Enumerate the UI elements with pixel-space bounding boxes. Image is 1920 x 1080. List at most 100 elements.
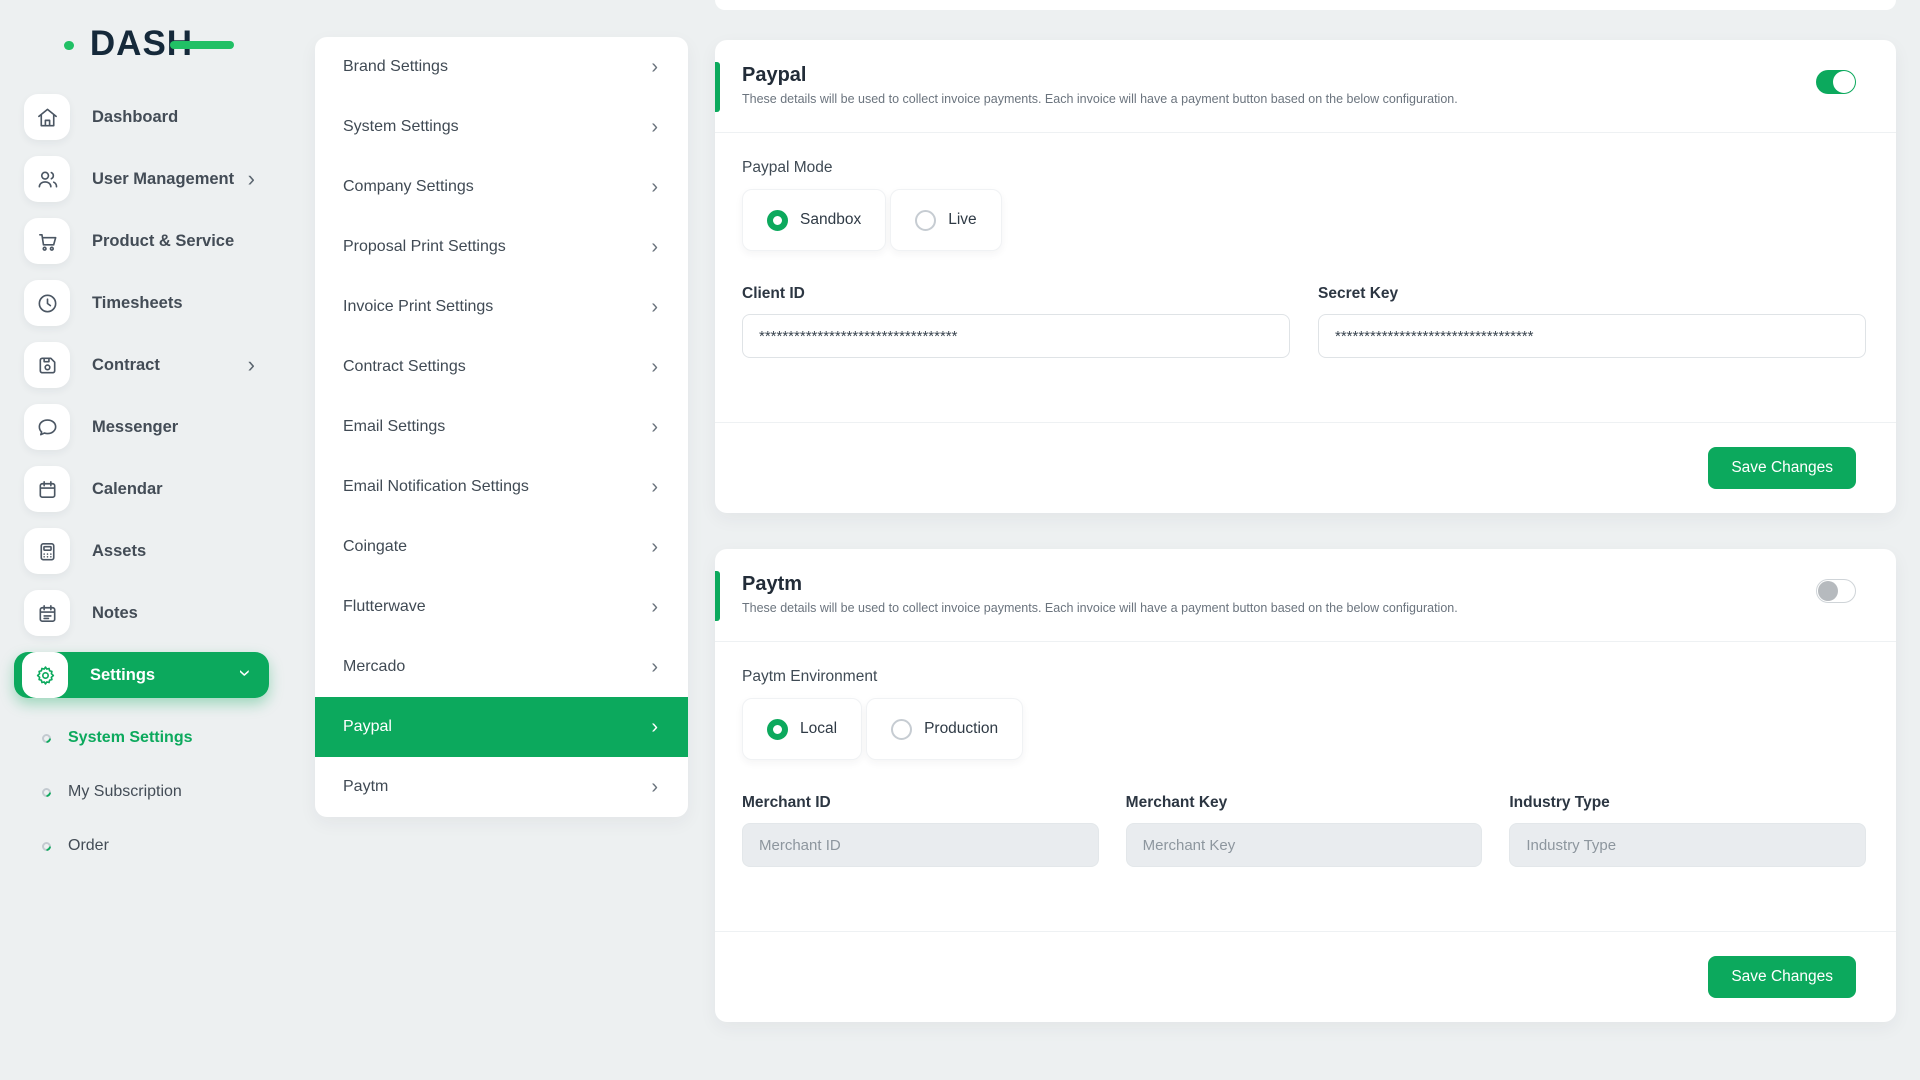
paypal-save-button[interactable]: Save Changes bbox=[1708, 447, 1856, 489]
industry-type-label: Industry Type bbox=[1509, 794, 1866, 812]
sidebar-item-label: Product & Service bbox=[92, 232, 234, 251]
paypal-section: Paypal These details will be used to col… bbox=[715, 40, 1896, 513]
settings-menu-flutterwave[interactable]: Flutterwave › bbox=[315, 577, 688, 637]
settings-menu-email-notification-settings[interactable]: Email Notification Settings › bbox=[315, 457, 688, 517]
main-content: Paypal These details will be used to col… bbox=[715, 0, 1896, 1022]
radio-selected-icon bbox=[767, 210, 788, 231]
sidebar-item-label: Dashboard bbox=[92, 108, 178, 127]
sidebar-item-label: Assets bbox=[92, 542, 146, 561]
sidebar-item-user-management[interactable]: User Management › bbox=[14, 156, 269, 202]
sidebar-item-product-service[interactable]: Product & Service bbox=[14, 218, 269, 264]
paypal-header: Paypal These details will be used to col… bbox=[715, 40, 1896, 133]
menu-item-label: Paytm bbox=[343, 778, 388, 796]
brand-logo[interactable]: DASH bbox=[72, 24, 212, 64]
subnav-item-label: My Subscription bbox=[68, 783, 182, 801]
chevron-right-icon: › bbox=[248, 354, 255, 376]
chevron-right-icon: › bbox=[651, 717, 658, 737]
subnav-item-system-settings[interactable]: System Settings bbox=[0, 714, 283, 762]
merchant-key-input[interactable] bbox=[1126, 823, 1483, 867]
chevron-right-icon: › bbox=[651, 177, 658, 197]
paytm-body: Paytm Environment Local Production Merch… bbox=[715, 642, 1896, 932]
client-id-input[interactable] bbox=[742, 314, 1290, 358]
paypal-mode-sandbox[interactable]: Sandbox bbox=[742, 189, 886, 251]
menu-item-label: Email Settings bbox=[343, 418, 445, 436]
paytm-env-local[interactable]: Local bbox=[742, 698, 862, 760]
bullet-icon bbox=[40, 732, 53, 745]
mode-option-label: Production bbox=[924, 720, 998, 738]
merchant-key-field-group: Merchant Key bbox=[1126, 794, 1483, 867]
paytm-footer: Save Changes bbox=[715, 932, 1896, 1022]
chevron-right-icon: › bbox=[651, 297, 658, 317]
paypal-mode-options: Sandbox Live bbox=[742, 189, 1866, 251]
menu-item-label: Invoice Print Settings bbox=[343, 298, 493, 316]
sidebar-item-assets[interactable]: Assets bbox=[14, 528, 269, 574]
subnav-item-label: Order bbox=[68, 837, 109, 855]
chevron-down-icon: › bbox=[234, 669, 256, 676]
paytm-enabled-toggle[interactable] bbox=[1816, 579, 1856, 603]
settings-menu-coingate[interactable]: Coingate › bbox=[315, 517, 688, 577]
settings-menu-email-settings[interactable]: Email Settings › bbox=[315, 397, 688, 457]
settings-menu-invoice-print-settings[interactable]: Invoice Print Settings › bbox=[315, 277, 688, 337]
sidebar-item-contract[interactable]: Contract › bbox=[14, 342, 269, 388]
sidebar-item-label: Calendar bbox=[92, 480, 163, 499]
users-icon bbox=[24, 156, 70, 202]
radio-selected-icon bbox=[767, 719, 788, 740]
menu-item-label: Mercado bbox=[343, 658, 405, 676]
paytm-section: Paytm These details will be used to coll… bbox=[715, 549, 1896, 1022]
sidebar-nav: Dashboard User Management › Product & Se… bbox=[0, 94, 283, 698]
paypal-mode-live[interactable]: Live bbox=[890, 189, 1001, 251]
radio-unselected-icon bbox=[915, 210, 936, 231]
page: DASH Dashboard User Management › bbox=[0, 0, 1920, 1080]
settings-menu-system-settings[interactable]: System Settings › bbox=[315, 97, 688, 157]
calculator-icon bbox=[24, 528, 70, 574]
subnav-item-order[interactable]: Order bbox=[0, 822, 283, 870]
sidebar-item-dashboard[interactable]: Dashboard bbox=[14, 94, 269, 140]
paypal-fields: Client ID Secret Key bbox=[742, 285, 1866, 358]
toggle-knob bbox=[1833, 71, 1855, 93]
radio-unselected-icon bbox=[891, 719, 912, 740]
gear-icon bbox=[22, 652, 68, 698]
paypal-enabled-toggle[interactable] bbox=[1816, 70, 1856, 94]
previous-card-edge bbox=[715, 0, 1896, 10]
settings-menu-mercado[interactable]: Mercado › bbox=[315, 637, 688, 697]
chevron-right-icon: › bbox=[651, 117, 658, 137]
industry-type-field-group: Industry Type bbox=[1509, 794, 1866, 867]
chevron-right-icon: › bbox=[651, 237, 658, 257]
mode-option-label: Sandbox bbox=[800, 211, 861, 229]
bullet-icon bbox=[40, 840, 53, 853]
chevron-right-icon: › bbox=[651, 57, 658, 77]
chevron-right-icon: › bbox=[651, 357, 658, 377]
settings-menu-contract-settings[interactable]: Contract Settings › bbox=[315, 337, 688, 397]
sidebar-item-label: Timesheets bbox=[92, 294, 183, 313]
settings-menu-paytm[interactable]: Paytm › bbox=[315, 757, 688, 817]
settings-menu-paypal[interactable]: Paypal › bbox=[315, 697, 688, 757]
settings-menu-company-settings[interactable]: Company Settings › bbox=[315, 157, 688, 217]
mode-option-label: Local bbox=[800, 720, 837, 738]
settings-menu-proposal-print-settings[interactable]: Proposal Print Settings › bbox=[315, 217, 688, 277]
chevron-right-icon: › bbox=[651, 597, 658, 617]
accent-bar bbox=[715, 571, 720, 621]
merchant-id-input[interactable] bbox=[742, 823, 1099, 867]
sidebar-item-timesheets[interactable]: Timesheets bbox=[14, 280, 269, 326]
sidebar-item-settings[interactable]: Settings › bbox=[14, 652, 269, 698]
subnav-item-my-subscription[interactable]: My Subscription bbox=[0, 768, 283, 816]
sidebar-item-messenger[interactable]: Messenger bbox=[14, 404, 269, 450]
sidebar-item-calendar[interactable]: Calendar bbox=[14, 466, 269, 512]
paypal-footer: Save Changes bbox=[715, 423, 1896, 513]
sidebar-item-label: Notes bbox=[92, 604, 138, 623]
settings-menu-brand-settings[interactable]: Brand Settings › bbox=[315, 37, 688, 97]
menu-item-label: Flutterwave bbox=[343, 598, 426, 616]
merchant-key-label: Merchant Key bbox=[1126, 794, 1483, 812]
secret-key-input[interactable] bbox=[1318, 314, 1866, 358]
secret-key-field-group: Secret Key bbox=[1318, 285, 1866, 358]
chevron-right-icon: › bbox=[651, 777, 658, 797]
sidebar-item-notes[interactable]: Notes bbox=[14, 590, 269, 636]
accent-bar bbox=[715, 62, 720, 112]
industry-type-input[interactable] bbox=[1509, 823, 1866, 867]
paytm-save-button[interactable]: Save Changes bbox=[1708, 956, 1856, 998]
paytm-env-production[interactable]: Production bbox=[866, 698, 1023, 760]
client-id-field-group: Client ID bbox=[742, 285, 1290, 358]
paypal-body: Paypal Mode Sandbox Live Client ID bbox=[715, 133, 1896, 423]
menu-item-label: Coingate bbox=[343, 538, 407, 556]
paytm-fields: Merchant ID Merchant Key Industry Type bbox=[742, 794, 1866, 867]
